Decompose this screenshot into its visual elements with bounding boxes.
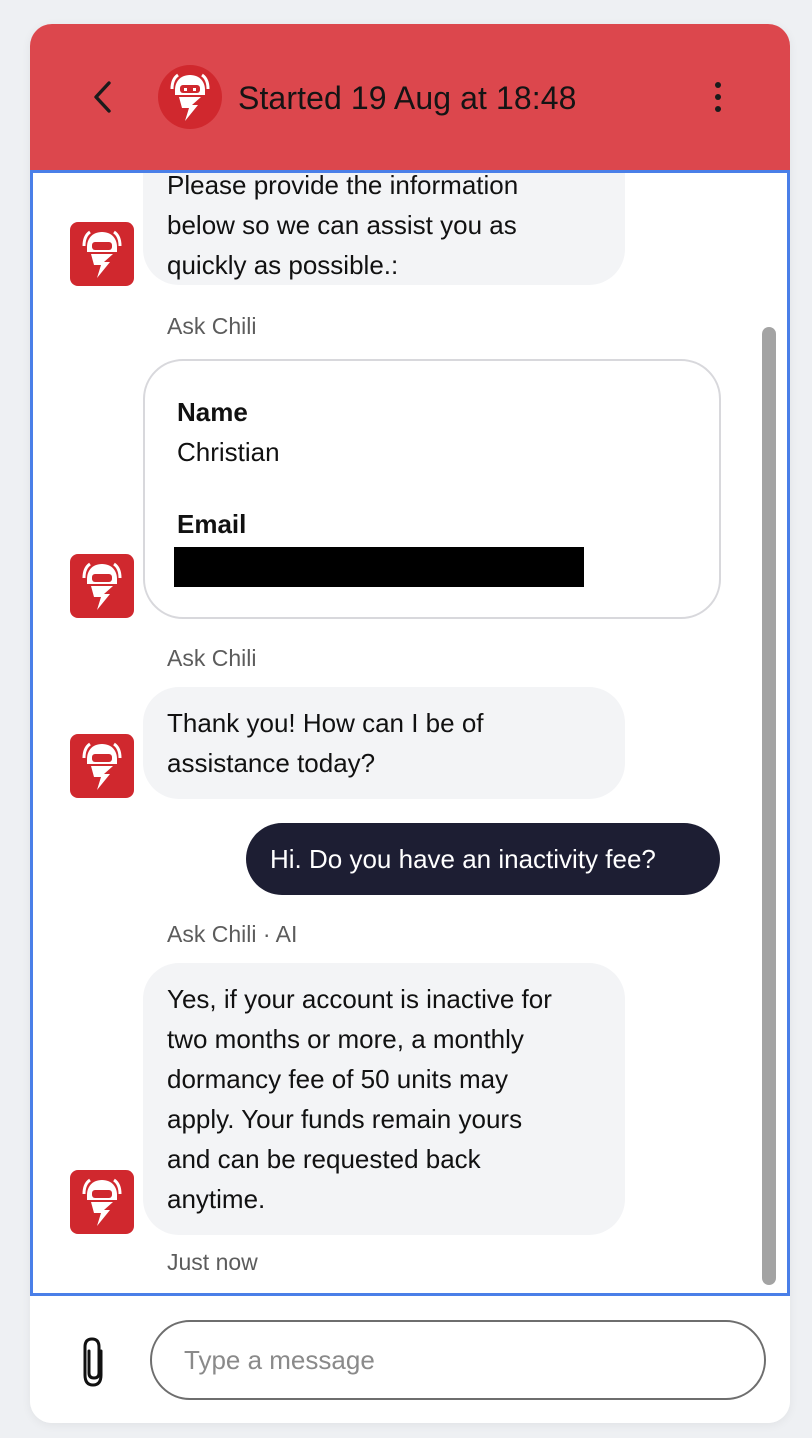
bot-avatar bbox=[70, 734, 134, 798]
message-line: apply. Your funds remain yours bbox=[167, 1104, 523, 1134]
message-input[interactable] bbox=[150, 1320, 766, 1400]
paperclip-icon bbox=[83, 1337, 103, 1387]
chili-bot-icon bbox=[82, 230, 122, 278]
email-label: Email bbox=[177, 509, 247, 539]
message-line: quickly as possible.: bbox=[167, 250, 399, 280]
chili-bot-icon bbox=[170, 73, 210, 121]
sender-label: Ask Chili bbox=[167, 313, 257, 339]
chevron-left-icon bbox=[94, 81, 111, 113]
composer bbox=[30, 1296, 790, 1423]
chili-bot-icon bbox=[82, 1178, 122, 1226]
message-line: below so we can assist you as bbox=[167, 210, 517, 240]
bot-avatar bbox=[70, 1170, 134, 1234]
user-message-bubble: Hi. Do you have an inactivity fee? bbox=[246, 823, 720, 895]
message-line: assistance today? bbox=[167, 748, 376, 778]
chili-bot-icon bbox=[82, 562, 122, 610]
chat-widget: Started 19 Aug at 18:48 Please provide t… bbox=[30, 24, 790, 1423]
chili-bot-icon bbox=[82, 742, 122, 790]
sender-label: Ask Chili · AI bbox=[167, 921, 298, 947]
more-vertical-icon bbox=[715, 82, 721, 88]
sender-label: Ask Chili bbox=[167, 645, 257, 671]
contact-info-card: Name Christian Email bbox=[143, 359, 721, 619]
message-timestamp: Just now bbox=[167, 1249, 258, 1275]
bot-message-bubble: Thank you! How can I be of assistance to… bbox=[143, 687, 625, 799]
bot-message-bubble: Yes, if your account is inactive for two… bbox=[143, 963, 625, 1235]
bot-avatar bbox=[70, 222, 134, 286]
attach-button[interactable] bbox=[72, 1334, 116, 1390]
chili-bot-avatar bbox=[158, 65, 222, 129]
chat-header: Started 19 Aug at 18:48 bbox=[30, 24, 790, 170]
message-line: and can be requested back bbox=[167, 1144, 481, 1174]
message-line: anytime. bbox=[167, 1184, 266, 1214]
more-options-button[interactable] bbox=[700, 74, 736, 120]
message-line: Please provide the information bbox=[167, 170, 519, 200]
name-value: Christian bbox=[177, 437, 280, 467]
bot-message-bubble: Please provide the information below so … bbox=[143, 170, 625, 285]
conversation-title: Started 19 Aug at 18:48 bbox=[238, 80, 577, 116]
message-line: Yes, if your account is inactive for bbox=[167, 984, 552, 1014]
message-line: two months or more, a monthly bbox=[167, 1024, 524, 1054]
message-line: Thank you! How can I be of bbox=[167, 708, 484, 738]
message-line: dormancy fee of 50 units may bbox=[167, 1064, 509, 1094]
message-list[interactable]: Please provide the information below so … bbox=[30, 170, 790, 1296]
redacted-email bbox=[174, 547, 584, 587]
name-label: Name bbox=[177, 397, 248, 427]
back-button[interactable] bbox=[82, 74, 122, 120]
bot-avatar bbox=[70, 554, 134, 618]
scrollbar-thumb[interactable] bbox=[762, 327, 776, 1285]
